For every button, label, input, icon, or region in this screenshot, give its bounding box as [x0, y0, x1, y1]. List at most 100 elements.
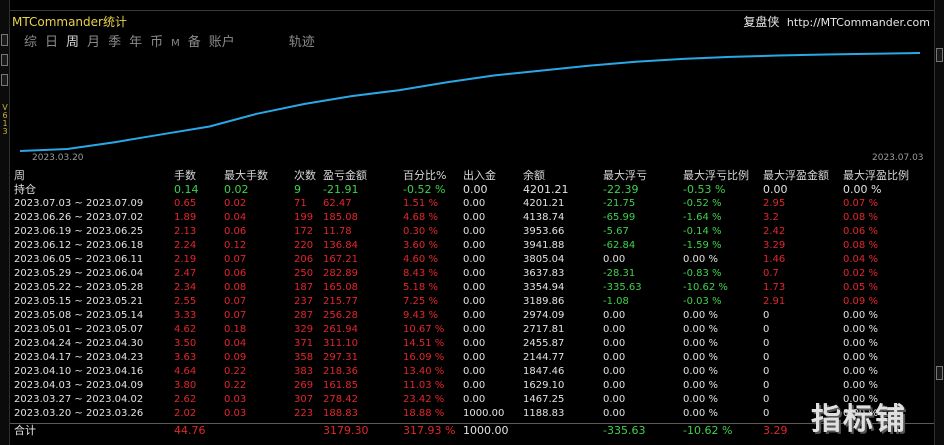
- cell: 167.21: [323, 254, 358, 265]
- cell: 4138.74: [523, 212, 565, 223]
- cell: 0.06: [224, 226, 247, 237]
- cell: 2.42: [763, 226, 786, 237]
- cell: 2.02: [174, 408, 197, 419]
- cell: 0.00: [463, 324, 486, 335]
- tab-9[interactable]: 账户: [209, 35, 235, 51]
- toolbar-button[interactable]: [1, 54, 8, 66]
- cell: -62.84: [603, 240, 636, 251]
- toolbar-button[interactable]: [1, 34, 8, 46]
- equity-chart: [19, 52, 921, 152]
- header-right: 复盘侠 http://MTCommander.com: [743, 13, 930, 30]
- tab-4[interactable]: 季: [108, 35, 121, 51]
- cell: 1467.25: [523, 394, 565, 405]
- cell: 出入金: [463, 169, 496, 182]
- cell: 206: [294, 254, 314, 265]
- cell: 2023.04.24 ~ 2023.04.30: [14, 338, 144, 349]
- toolbar-button[interactable]: [936, 48, 943, 62]
- cell: 9: [294, 183, 301, 196]
- tab-10[interactable]: [243, 35, 281, 51]
- cell: 3354.94: [523, 282, 565, 293]
- cell: 2.47: [174, 268, 197, 279]
- cell: 0.08 %: [843, 212, 878, 223]
- cell: 0.03: [224, 408, 247, 419]
- cell: 2023.03.20 ~ 2023.03.26: [14, 408, 144, 419]
- cell: 0.09 %: [843, 296, 878, 307]
- cell: 0.00 %: [683, 352, 718, 363]
- cell: 0.07: [224, 254, 247, 265]
- cell: 2.55: [174, 296, 197, 307]
- cell: -0.14 %: [683, 226, 722, 237]
- cell: 0.00: [463, 282, 486, 293]
- cell: 2.34: [174, 282, 197, 293]
- left-toolbar: V 6 1 3: [0, 0, 10, 445]
- cell: 278.42: [323, 394, 358, 405]
- toolbar-button[interactable]: [936, 366, 943, 380]
- table-row: 2023.04.24 ~ 2023.04.30 3.50 0.04 371 311.10…: [10, 337, 934, 351]
- tab-11[interactable]: 轨迹: [289, 35, 315, 51]
- cell: 0.02: [224, 198, 247, 209]
- cell: 0.00: [763, 183, 788, 196]
- cell: 百分比%: [403, 169, 447, 182]
- cell: 215.77: [323, 296, 358, 307]
- cell: 0.00: [603, 366, 626, 377]
- cell: 0: [763, 338, 770, 349]
- cell: 3941.88: [523, 240, 565, 251]
- cell: 10.67 %: [403, 324, 445, 335]
- cell: 3.63: [174, 352, 197, 363]
- cell: 0.14: [174, 183, 199, 196]
- cell: -1.64 %: [683, 212, 722, 223]
- tab-5[interactable]: 年: [129, 35, 142, 51]
- table-row: 2023.06.12 ~ 2023.06.18 2.24 0.12 220 136.84…: [10, 239, 934, 253]
- cell: 手数: [174, 169, 196, 182]
- cell: 13.40 %: [403, 366, 445, 377]
- cell: 2023.06.19 ~ 2023.06.25: [14, 226, 144, 237]
- cell: 0.04: [224, 212, 247, 223]
- tab-3[interactable]: 月: [87, 35, 100, 51]
- cell: 4.64: [174, 366, 197, 377]
- table-header: 周 手数 最大手数 次数 盈亏金额 百分比% 出入金 余额 最大浮亏 最大浮亏比例 最大浮盈金额 最大…: [10, 168, 934, 183]
- website-link[interactable]: http://MTCommander.com: [787, 16, 930, 29]
- cell: 0.65: [174, 198, 197, 209]
- tab-6[interactable]: 币: [150, 35, 163, 51]
- cell: 0.00: [463, 380, 486, 391]
- cell: -5.67: [603, 226, 629, 237]
- cell: 0.00: [603, 254, 626, 265]
- cell: 4.62: [174, 324, 197, 335]
- cell: 0.02: [224, 183, 249, 196]
- cell: 297.31: [323, 352, 358, 363]
- toolbar-button[interactable]: [1, 74, 8, 86]
- table-row: 2023.04.03 ~ 2023.04.09 3.80 0.22 269 161.85…: [10, 379, 934, 393]
- cell: 0.00 %: [683, 394, 718, 405]
- cell: -0.52 %: [683, 198, 722, 209]
- cell: 0.05 %: [843, 282, 878, 293]
- chart-end-date: 2023.07.03: [872, 153, 924, 163]
- cell: 0: [763, 366, 770, 377]
- tab-2[interactable]: 周: [66, 35, 79, 51]
- tab-0[interactable]: 综: [24, 35, 37, 51]
- tab-7[interactable]: M: [171, 36, 180, 51]
- cell: 3.2: [763, 212, 779, 223]
- cell: 2023.06.26 ~ 2023.07.02: [14, 212, 144, 223]
- cell: 371: [294, 338, 314, 349]
- cell: 18.88 %: [403, 408, 445, 419]
- brand-label: 复盘侠: [743, 15, 780, 29]
- cell: 383: [294, 366, 314, 377]
- tab-8[interactable]: 备: [188, 35, 201, 51]
- cell: 2023.06.05 ~ 2023.06.11: [14, 254, 144, 265]
- table-row-holding: 持仓 0.14 0.02 9 -21.91 -0.52 % 0.00 4201.21 -22.3…: [10, 183, 934, 197]
- cell: 0.00: [603, 324, 626, 335]
- cell: 2023.04.17 ~ 2023.04.23: [14, 352, 144, 363]
- cell: -10.62 %: [683, 282, 728, 293]
- cell: 2.19: [174, 254, 197, 265]
- cell: 0.07: [224, 310, 247, 321]
- cell: 3637.83: [523, 268, 565, 279]
- cell: -0.83 %: [683, 268, 722, 279]
- cell: 0.07 %: [843, 198, 878, 209]
- stats-panel: MTCommander统计 复盘侠 http://MTCommander.com…: [10, 10, 934, 445]
- cell: 0.00 %: [843, 352, 878, 363]
- cell: 4.68 %: [403, 212, 438, 223]
- cell: 0.09: [224, 352, 247, 363]
- cell: 1.89: [174, 212, 197, 223]
- tab-1[interactable]: 日: [45, 35, 58, 51]
- cell: 269: [294, 380, 314, 391]
